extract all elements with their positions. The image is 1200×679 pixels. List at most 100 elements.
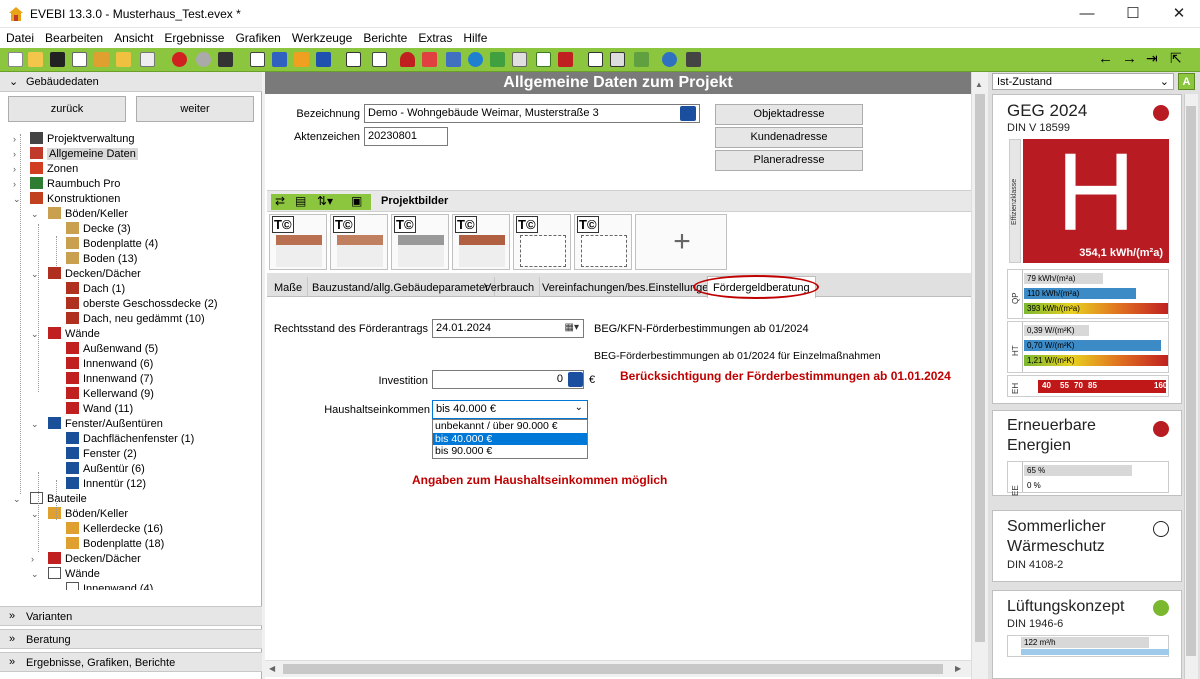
tree-item[interactable]: ⌄ Fenster/Außentüren [31,417,163,432]
scroll-right-icon[interactable]: ▶ [955,664,961,673]
horizontal-scrollbar[interactable]: ◀ ▶ [265,660,971,677]
menu-extras[interactable]: Extras [412,28,457,45]
menu-grafiken[interactable]: Grafiken [229,28,285,45]
section-ergebnisse[interactable]: » Ergebnisse, Grafiken, Berichte [0,652,262,672]
redo-icon[interactable] [196,52,211,67]
rechtsstand-date-input[interactable]: 24.01.2024 ▦▾ [432,319,584,338]
tree-item[interactable]: Außentür (6) [66,462,145,477]
menu-werkzeuge[interactable]: Werkzeuge [286,28,357,45]
import-image-icon[interactable]: ▤ [295,194,306,208]
expand-icon[interactable]: › [13,132,16,147]
add-image-icon[interactable]: ⇄ [275,194,285,208]
open-folder-icon[interactable] [28,52,43,67]
wand-icon[interactable] [218,52,233,67]
tree-item[interactable]: Innentür (12) [66,477,146,492]
arrow-right-icon[interactable]: → [1122,50,1137,67]
tree-item[interactable]: Decke (3) [66,222,131,237]
menu-hilfe[interactable]: Hilfe [457,28,492,45]
tree-item[interactable]: Bodenplatte (4) [66,237,158,252]
report-icon[interactable] [588,52,603,67]
add-image-button[interactable]: + [635,214,727,270]
close-button[interactable]: ✕ [1156,0,1200,28]
print-icon[interactable] [610,52,625,67]
tree-item[interactable]: Innenwand (4) [66,582,153,590]
tree-item[interactable]: ⌄ Böden/Keller [31,507,128,522]
tab-bauzustand[interactable]: Bauzustand/allg.Gebäudeparameter [307,277,495,297]
device-icon[interactable] [422,52,437,67]
tree-item[interactable]: › Raumbuch Pro [13,177,120,192]
rating-a-icon[interactable]: A [1178,73,1195,90]
chart-icon[interactable] [490,52,505,67]
menu-datei[interactable]: Datei [0,28,39,45]
expand-icon[interactable]: › [31,552,34,567]
section-gebaeudedaten[interactable]: ⌄ Gebäudedaten [0,72,262,92]
scroll-left-icon[interactable]: ◀ [269,664,275,673]
new-file-icon[interactable] [8,52,23,67]
tree-item[interactable]: › Projektverwaltung [13,132,134,147]
tree-item[interactable]: Dach (1) [66,282,125,297]
tree-item[interactable]: ⌄ Wände [31,567,100,582]
menu-ansicht[interactable]: Ansicht [108,28,158,45]
section-beratung[interactable]: » Beratung [0,629,262,649]
edit-icon[interactable] [680,106,696,121]
table-icon[interactable] [272,52,287,67]
tree-item[interactable]: Außenwand (5) [66,342,158,357]
project-image-thumb[interactable]: T© [513,214,571,270]
calendar-icon[interactable]: ▦▾ [565,322,579,333]
tree-item[interactable]: Dachflächenfenster (1) [66,432,194,447]
vertical-scrollbar[interactable]: ▲ [971,72,988,679]
tree-item[interactable]: Kellerdecke (16) [66,522,163,537]
tree-item[interactable]: › Zonen [13,162,78,177]
sum-icon[interactable] [294,52,309,67]
document-icon[interactable] [250,52,265,67]
aktenzeichen-input[interactable]: 20230801 [364,127,448,146]
project-image-thumb[interactable]: T© [330,214,388,270]
globe-icon[interactable] [468,52,483,67]
undo-icon[interactable] [172,52,187,67]
state-select[interactable]: Ist-Zustand ⌄ [992,73,1174,90]
expand-icon[interactable]: › [13,177,16,192]
objektadresse-button[interactable]: Objektadresse [715,104,863,125]
minimize-button[interactable]: — [1064,0,1110,28]
tree-item[interactable]: Boden (13) [66,252,137,267]
bezeichnung-input[interactable]: Demo - Wohngebäude Weimar, Musterstraße … [364,104,700,123]
project-image-thumb[interactable]: T© [574,214,632,270]
project-image-thumb[interactable]: T© [269,214,327,270]
tree-item[interactable]: oberste Geschossdecke (2) [66,297,218,312]
house-check-icon[interactable] [536,52,551,67]
tree-item[interactable]: › Allgemeine Daten [13,147,138,162]
expand-icon[interactable]: ⌄ [31,417,39,432]
tree-item[interactable]: ⌄ Böden/Keller [31,207,128,222]
back-button[interactable]: zurück [8,96,126,122]
heat-icon[interactable] [400,52,415,67]
tree-item[interactable]: ⌄ Wände [31,327,100,342]
section-varianten[interactable]: » Varianten [0,606,262,626]
edit-investition-icon[interactable] [568,372,583,387]
stop-icon[interactable] [558,52,573,67]
tree-item[interactable]: Kellerwand (9) [66,387,154,402]
kundenadresse-button[interactable]: Kundenadresse [715,127,863,148]
option-90000[interactable]: bis 90.000 € [433,445,587,458]
save-icon[interactable] [50,52,65,67]
copy-icon[interactable] [72,52,87,67]
tree-item[interactable]: Innenwand (6) [66,357,153,372]
right-scroll-thumb[interactable] [1186,106,1196,656]
tree-item[interactable]: Wand (11) [66,402,133,417]
haushalt-select[interactable]: bis 40.000 € ⌄ [432,400,588,419]
tree-item[interactable]: Fenster (2) [66,447,137,462]
menu-berichte[interactable]: Berichte [357,28,412,45]
arrow-left-icon[interactable]: ← [1098,50,1113,67]
evebi-icon[interactable] [140,52,155,67]
export-icon[interactable]: ⇱ [1170,50,1182,67]
sort-image-icon[interactable]: ⇅▾ [317,194,333,208]
next-button[interactable]: weiter [136,96,254,122]
expand-icon[interactable]: ⌄ [31,207,39,222]
folder-export-icon[interactable] [116,52,131,67]
h-scroll-thumb[interactable] [283,664,943,674]
expand-icon[interactable]: ⌄ [31,567,39,582]
investition-input[interactable]: 0 [432,370,584,389]
info-icon[interactable] [686,52,701,67]
export-report-icon[interactable] [634,52,649,67]
grid-icon[interactable] [512,52,527,67]
pin-icon[interactable]: ⇥ [1146,50,1158,67]
